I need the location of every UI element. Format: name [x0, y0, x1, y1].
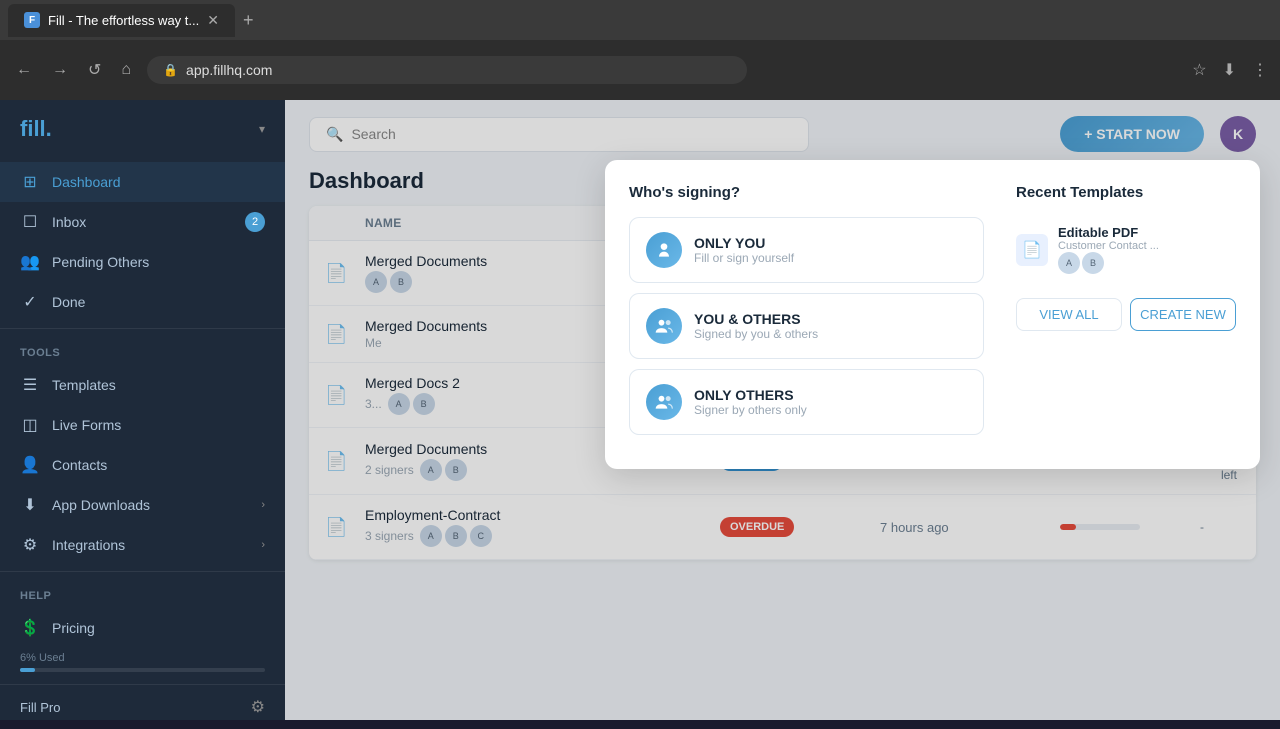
- whos-signing-modal: Who's signing? ONLY YOU Fill or sign you…: [605, 160, 1260, 469]
- done-icon: ✓: [20, 292, 40, 312]
- you-and-others-option[interactable]: YOU & OTHERS Signed by you & others: [629, 293, 984, 359]
- logo-chevron-icon[interactable]: ▾: [259, 122, 265, 136]
- sidebar-item-pending-others[interactable]: 👥 Pending Others: [0, 242, 285, 282]
- inbox-icon: ☐: [20, 212, 40, 232]
- template-avatar: A: [1058, 252, 1080, 274]
- browser-tab[interactable]: F Fill - The effortless way t... ✕: [8, 4, 235, 37]
- address-bar[interactable]: 🔒 app.fillhq.com: [147, 56, 747, 84]
- sidebar-nav: ⊞ Dashboard ☐ Inbox 2 👥 Pending Others ✓…: [0, 158, 285, 652]
- template-sub: Customer Contact ...: [1058, 240, 1159, 252]
- template-icon: 📄: [1016, 234, 1048, 266]
- sidebar-label-pending-others: Pending Others: [52, 254, 149, 270]
- sidebar-item-done[interactable]: ✓ Done: [0, 282, 285, 322]
- integrations-chevron-icon: ›: [261, 539, 265, 551]
- sidebar-label-inbox: Inbox: [52, 214, 86, 230]
- dashboard-icon: ⊞: [20, 172, 40, 192]
- tab-favicon: F: [24, 12, 40, 28]
- app-downloads-icon: ⬇: [20, 495, 40, 515]
- sidebar-item-inbox[interactable]: ☐ Inbox 2: [0, 202, 285, 242]
- only-others-sub: Signer by others only: [694, 403, 807, 417]
- create-new-button[interactable]: CREATE NEW: [1130, 298, 1236, 331]
- tab-title: Fill - The effortless way t...: [48, 13, 199, 28]
- app-downloads-chevron-icon: ›: [261, 499, 265, 511]
- storage-bar: [20, 668, 265, 672]
- sidebar-item-app-downloads[interactable]: ⬇ App Downloads ›: [0, 485, 285, 525]
- you-and-others-icon: [646, 308, 682, 344]
- storage-fill: [20, 668, 35, 672]
- fill-pro-label: Fill Pro: [20, 700, 60, 715]
- sidebar-logo-area: fill. ▾: [0, 100, 285, 158]
- lock-icon: 🔒: [163, 63, 178, 77]
- settings-gear-icon[interactable]: ⚙: [251, 697, 265, 717]
- sidebar-bottom: Fill Pro ⚙: [0, 684, 285, 729]
- storage-text: 6% Used: [20, 652, 265, 664]
- you-and-others-sub: Signed by you & others: [694, 327, 818, 341]
- you-and-others-text: YOU & OTHERS Signed by you & others: [694, 311, 818, 341]
- address-text: app.fillhq.com: [186, 62, 272, 78]
- you-and-others-title: YOU & OTHERS: [694, 311, 818, 327]
- only-you-option[interactable]: ONLY YOU Fill or sign yourself: [629, 217, 984, 283]
- recent-templates-section: Recent Templates 📄 Editable PDF Customer…: [1016, 184, 1236, 445]
- sidebar-item-pricing[interactable]: 💲 Pricing: [0, 608, 285, 648]
- sidebar-label-templates: Templates: [52, 377, 116, 393]
- template-info: Editable PDF Customer Contact ... A B: [1058, 225, 1159, 274]
- only-others-text: ONLY OTHERS Signer by others only: [694, 387, 807, 417]
- only-you-sub: Fill or sign yourself: [694, 251, 794, 265]
- live-forms-icon: ◫: [20, 415, 40, 435]
- sidebar-item-integrations[interactable]: ⚙ Integrations ›: [0, 525, 285, 565]
- refresh-button[interactable]: ↺: [84, 56, 105, 84]
- signing-options-section: Who's signing? ONLY YOU Fill or sign you…: [629, 184, 984, 445]
- app-logo: fill.: [20, 116, 52, 142]
- template-item[interactable]: 📄 Editable PDF Customer Contact ... A B: [1016, 217, 1236, 282]
- only-others-title: ONLY OTHERS: [694, 387, 807, 403]
- only-you-icon: [646, 232, 682, 268]
- only-others-option[interactable]: ONLY OTHERS Signer by others only: [629, 369, 984, 435]
- pending-others-icon: 👥: [20, 252, 40, 272]
- recent-templates-title: Recent Templates: [1016, 184, 1236, 201]
- template-avatar: B: [1082, 252, 1104, 274]
- template-name: Editable PDF: [1058, 225, 1159, 240]
- main-content: 🔍 Search + START NOW K Dashboard Name St…: [285, 100, 1280, 720]
- whos-signing-title: Who's signing?: [629, 184, 984, 201]
- home-button[interactable]: ⌂: [117, 57, 135, 83]
- tab-close-button[interactable]: ✕: [207, 12, 219, 29]
- help-section-label: HELP: [0, 578, 285, 608]
- sidebar-label-done: Done: [52, 294, 85, 310]
- tools-section-label: TOOLS: [0, 335, 285, 365]
- contacts-icon: 👤: [20, 455, 40, 475]
- sidebar-label-pricing: Pricing: [52, 620, 95, 636]
- forward-button[interactable]: →: [48, 57, 72, 83]
- templates-icon: ☰: [20, 375, 40, 395]
- template-actions: VIEW ALL CREATE NEW: [1016, 298, 1236, 331]
- sidebar-item-dashboard[interactable]: ⊞ Dashboard: [0, 162, 285, 202]
- only-you-title: ONLY YOU: [694, 235, 794, 251]
- only-others-icon: [646, 384, 682, 420]
- menu-icon[interactable]: ⋮: [1252, 60, 1268, 80]
- sidebar-label-app-downloads: App Downloads: [52, 497, 150, 513]
- sidebar: fill. ▾ ⊞ Dashboard ☐ Inbox 2 👥 Pending …: [0, 100, 285, 720]
- sidebar-item-templates[interactable]: ☰ Templates: [0, 365, 285, 405]
- only-you-text: ONLY YOU Fill or sign yourself: [694, 235, 794, 265]
- view-all-button[interactable]: VIEW ALL: [1016, 298, 1122, 331]
- sidebar-item-live-forms[interactable]: ◫ Live Forms: [0, 405, 285, 445]
- integrations-icon: ⚙: [20, 535, 40, 555]
- back-button[interactable]: ←: [12, 57, 36, 83]
- inbox-badge: 2: [245, 212, 265, 232]
- sidebar-label-dashboard: Dashboard: [52, 174, 121, 190]
- sidebar-label-integrations: Integrations: [52, 537, 125, 553]
- sidebar-item-contacts[interactable]: 👤 Contacts: [0, 445, 285, 485]
- pricing-icon: 💲: [20, 618, 40, 638]
- new-tab-button[interactable]: +: [243, 10, 254, 31]
- sidebar-label-contacts: Contacts: [52, 457, 107, 473]
- template-avatars: A B: [1058, 252, 1159, 274]
- sidebar-label-live-forms: Live Forms: [52, 417, 121, 433]
- bookmark-icon[interactable]: ☆: [1192, 60, 1206, 80]
- download-icon[interactable]: ⬇: [1223, 60, 1236, 80]
- storage-indicator: 6% Used: [0, 652, 285, 684]
